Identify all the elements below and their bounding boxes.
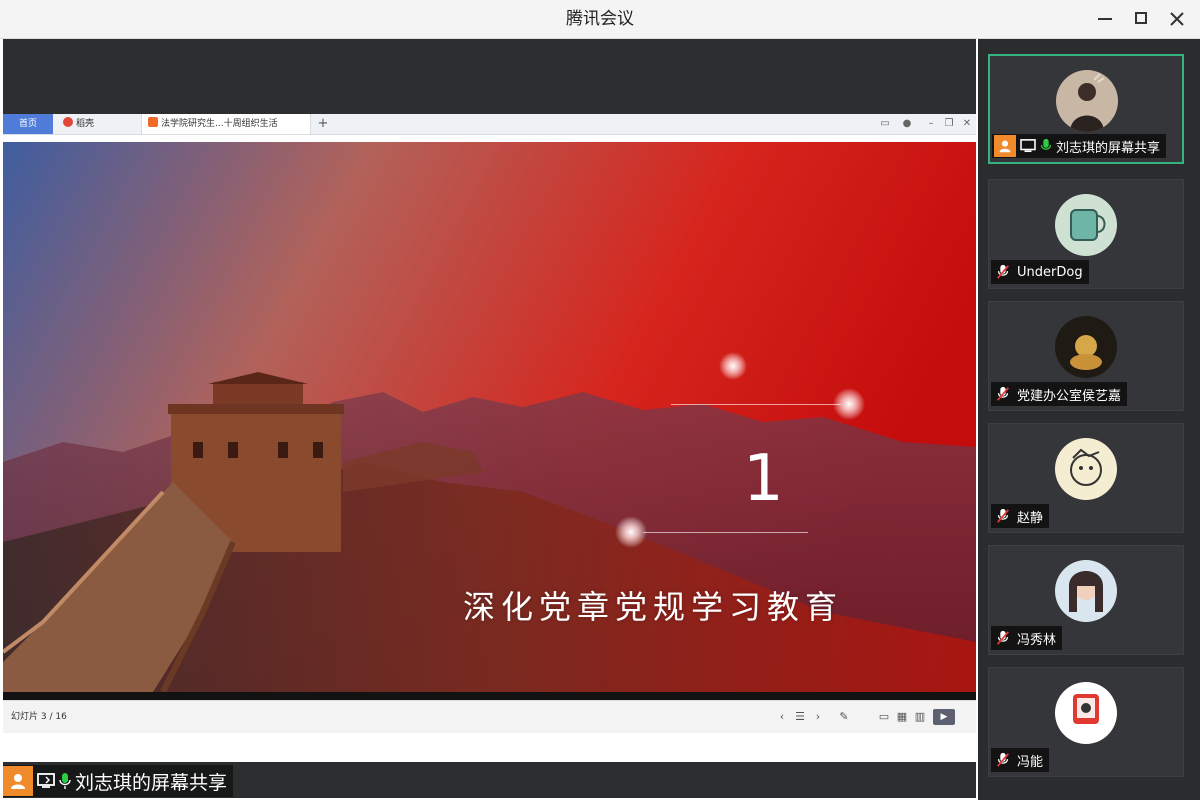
tab-docer-label: 稻壳	[76, 119, 95, 129]
participant-namebar: 刘志琪的屏幕共享	[992, 134, 1167, 158]
microphone-muted-icon	[993, 262, 1013, 282]
maximize-button[interactable]	[1126, 4, 1156, 34]
decorative-line-bottom	[643, 532, 808, 533]
new-tab-button[interactable]: +	[315, 114, 331, 134]
slide-page-indicator: 幻灯片 3 / 16	[11, 712, 67, 722]
participant-namebar: 党建办公室侯艺嘉	[991, 382, 1128, 406]
participant-name: UnderDog	[1017, 264, 1083, 280]
presentation-slide: 1 深化党章党规学习教育	[3, 142, 976, 692]
microphone-on-icon	[1040, 138, 1052, 150]
shared-presentation-window: 首页 稻壳 法学院研究生...十周组织生活 + ▭ ● – ❐ ✕ 1 深化党章…	[3, 114, 976, 762]
participant-name: 冯秀林	[1017, 632, 1057, 648]
minimize-button[interactable]	[1090, 4, 1120, 34]
person-icon	[3, 766, 33, 796]
participant-tile[interactable]: 党建办公室侯艺嘉	[988, 301, 1184, 411]
notes-icon[interactable]: ✎	[837, 710, 851, 724]
tab-home-label: 首页	[18, 119, 37, 129]
participant-tile[interactable]: UnderDog	[988, 179, 1184, 289]
presentation-file-icon	[148, 117, 158, 127]
slide-bottom-bar	[3, 692, 976, 700]
decorative-line-top	[671, 404, 841, 405]
tab-docer[interactable]: 稻壳	[57, 114, 137, 134]
window-titlebar: 腾讯会议	[0, 0, 1200, 39]
screen-share-icon	[1020, 139, 1036, 153]
participant-namebar: UnderDog	[991, 260, 1089, 284]
browser-tab-bar: 首页 稻壳 法学院研究生...十周组织生活 + ▭ ● – ❐ ✕	[3, 114, 976, 135]
avatar	[1055, 682, 1117, 744]
tab-home[interactable]: 首页	[3, 114, 53, 134]
microphone-muted-icon	[993, 750, 1013, 770]
tab-presentation-label: 法学院研究生...十周组织生活	[161, 119, 278, 129]
participant-name: 刘志琪的屏幕共享	[1056, 140, 1161, 156]
presentation-statusbar: 幻灯片 3 / 16 ‹ ☰ › ✎ ▭ ▦ ▥ ▶	[3, 700, 976, 733]
slide-title: 深化党章党规学习教育	[463, 588, 844, 626]
reading-view-icon[interactable]: ▥	[913, 710, 927, 724]
participant-tile[interactable]: 刘志琪的屏幕共享	[988, 54, 1184, 164]
microphone-muted-icon	[993, 384, 1013, 404]
participant-tile[interactable]: 赵静	[988, 423, 1184, 533]
avatar	[1055, 194, 1117, 256]
person-icon	[994, 135, 1016, 157]
microphone-muted-icon	[993, 628, 1013, 648]
browser-close-button[interactable]: ✕	[959, 114, 975, 134]
avatar	[1055, 316, 1117, 378]
participant-name: 冯能	[1017, 754, 1044, 770]
user-avatar-icon[interactable]: ●	[899, 114, 915, 134]
browser-minimize-button[interactable]: –	[923, 114, 939, 134]
close-button[interactable]	[1162, 4, 1192, 34]
participant-panel[interactable]: 刘志琪的屏幕共享 UnderDog 党建办公室侯艺嘉 赵静 冯秀林 冯能	[978, 39, 1200, 800]
tab-presentation[interactable]: 法学院研究生...十周组织生活	[141, 114, 311, 134]
participant-namebar: 冯能	[991, 748, 1050, 772]
docer-icon	[63, 117, 73, 127]
avatar	[1056, 70, 1118, 132]
maximize-icon	[1135, 12, 1147, 24]
layout-icon[interactable]: ▭	[877, 114, 893, 134]
microphone-on-icon	[59, 773, 71, 789]
slide-list-icon[interactable]: ☰	[793, 710, 807, 724]
participant-namebar: 赵静	[991, 504, 1050, 528]
normal-view-icon[interactable]: ▭	[877, 710, 891, 724]
screen-share-icon	[37, 773, 55, 788]
window-title: 腾讯会议	[566, 9, 634, 29]
participant-namebar: 冯秀林	[991, 626, 1063, 650]
participant-tile[interactable]: 冯能	[988, 667, 1184, 777]
slide-section-number: 1	[743, 442, 784, 516]
next-slide-icon[interactable]: ›	[811, 710, 825, 724]
avatar	[1055, 438, 1117, 500]
shared-screen-area[interactable]: 首页 稻壳 法学院研究生...十周组织生活 + ▭ ● – ❐ ✕ 1 深化党章…	[3, 39, 976, 798]
prev-slide-icon[interactable]: ‹	[775, 710, 789, 724]
browser-restore-button[interactable]: ❐	[941, 114, 957, 134]
participant-name: 党建办公室侯艺嘉	[1017, 388, 1122, 404]
participant-tile[interactable]: 冯秀林	[988, 545, 1184, 655]
presenter-name: 刘志琪的屏幕共享	[75, 771, 228, 794]
grid-view-icon[interactable]: ▦	[895, 710, 909, 724]
microphone-muted-icon	[993, 506, 1013, 526]
participant-name: 赵静	[1017, 510, 1044, 526]
minimize-icon	[1098, 18, 1112, 20]
screen-share-presenter-label: 刘志琪的屏幕共享	[3, 765, 234, 797]
close-icon	[1170, 12, 1184, 26]
play-slideshow-button[interactable]: ▶	[933, 709, 955, 725]
avatar	[1055, 560, 1117, 622]
